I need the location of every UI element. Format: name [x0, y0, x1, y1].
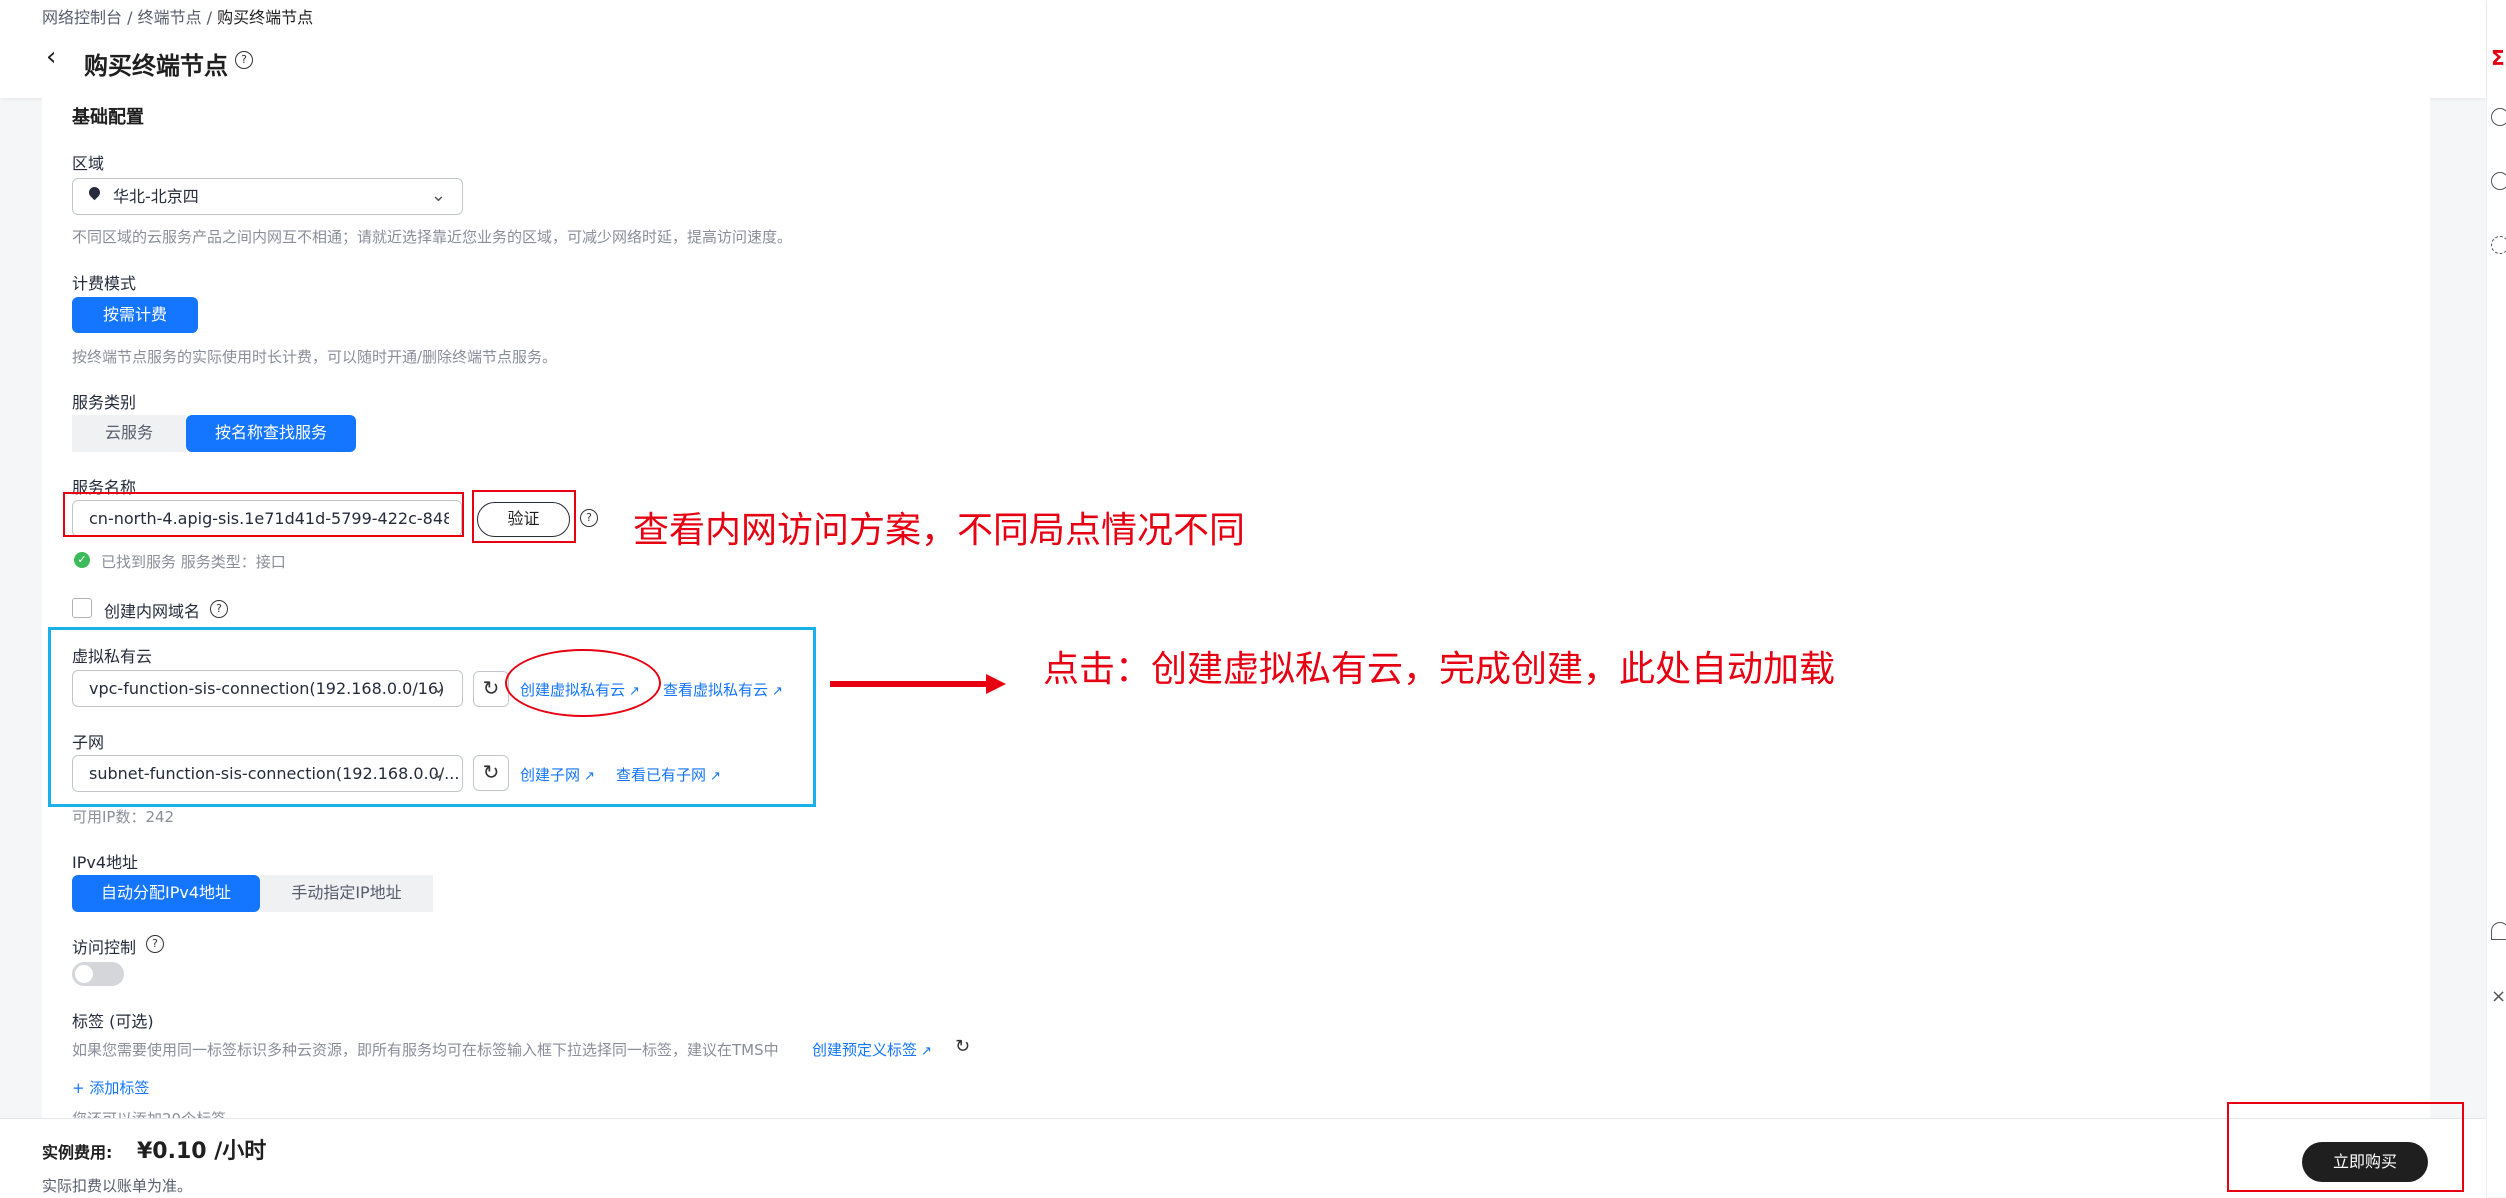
footer-bar [0, 1118, 2486, 1198]
external-link-icon: ↗ [921, 1044, 932, 1059]
billing-hint: 按终端节点服务的实际使用时长计费，可以随时开通/删除终端节点服务。 [72, 348, 558, 366]
toggle-knob [75, 965, 93, 983]
annotation-note-1: 查看内网访问方案，不同局点情况不同 [633, 510, 1246, 551]
create-tag-link-text: 创建预定义标签 [812, 1041, 918, 1059]
breadcrumb-network-console[interactable]: 网络控制台 [42, 8, 122, 27]
close-icon[interactable]: × [2491, 986, 2506, 1007]
form-card [42, 98, 2430, 1118]
tags-hint: 如果您需要使用同一标签标识多种云资源，即所有服务均可在标签输入框下拉选择同一标签… [72, 1041, 779, 1059]
breadcrumb: 网络控制台 / 终端节点 / 购买终端节点 [42, 4, 313, 28]
access-control-help-icon[interactable]: ? [146, 935, 164, 953]
annotation-note-2: 点击：创建虚拟私有云，完成创建，此处自动加载 [1043, 649, 1836, 690]
breadcrumb-current: 购买终端节点 [217, 8, 314, 27]
region-label: 区域 [72, 154, 105, 173]
fee-note: 实际扣费以账单为准。 [42, 1177, 193, 1195]
service-name-help-icon[interactable]: ? [580, 509, 598, 527]
logo-icon: Σ [2491, 46, 2505, 70]
fee-label: 实例费用: [42, 1143, 113, 1162]
ipv4-label: IPv4地址 [72, 853, 139, 872]
tags-remaining-text: 您还可以添加20个标签 [72, 1108, 226, 1118]
annotation-arrow [830, 674, 1006, 694]
private-dns-help-icon[interactable]: ? [210, 600, 228, 618]
private-dns-label: 创建内网域名 [104, 602, 201, 621]
add-tag-link[interactable]: + 添加标签 [72, 1077, 149, 1098]
breadcrumb-separator: / [201, 8, 218, 27]
settings-icon[interactable] [2491, 236, 2506, 254]
access-control-label: 访问控制 [72, 938, 137, 957]
service-type-by-name-tab[interactable]: 按名称查找服务 [186, 415, 356, 452]
service-found-text: 已找到服务 服务类型：接口 [101, 553, 286, 571]
region-select[interactable]: 华北-北京四 ⌄ [72, 178, 463, 215]
fee-value: ¥0.10 /小时 [137, 1139, 267, 1164]
tags-refresh-icon[interactable]: ↻ [955, 1036, 970, 1057]
check-circle-icon: ✓ [74, 552, 90, 568]
annotation-create-vpc-ellipse [505, 649, 661, 717]
right-rail: Σ × [2486, 0, 2506, 1197]
ipv4-auto-tab[interactable]: 自动分配IPv4地址 [72, 875, 260, 912]
page-title: 购买终端节点 [84, 52, 228, 80]
region-hint: 不同区域的云服务产品之间内网互不相通；请就近选择靠近您业务的区域，可减少网络时延… [72, 228, 793, 246]
help-icon[interactable] [2491, 108, 2506, 126]
title-help-icon[interactable]: ? [235, 51, 253, 69]
section-title: 基础配置 [72, 107, 144, 128]
private-dns-checkbox[interactable] [72, 598, 92, 618]
tags-label: 标签 (可选) [72, 1012, 154, 1031]
ipv4-manual-tab[interactable]: 手动指定IP地址 [260, 875, 433, 912]
billing-label: 计费模式 [72, 274, 137, 293]
access-control-toggle[interactable] [72, 962, 124, 986]
service-type-label: 服务类别 [72, 393, 137, 412]
create-predefined-tag-link[interactable]: 创建预定义标签 ↗ [812, 1039, 932, 1060]
service-type-cloud-tab[interactable]: 云服务 [72, 415, 186, 452]
page-header [0, 0, 2486, 98]
breadcrumb-endpoints[interactable]: 终端节点 [138, 8, 202, 27]
smile-icon[interactable] [2491, 172, 2506, 190]
annotation-vpc-box [48, 627, 816, 807]
back-icon[interactable]: ‹ [46, 44, 68, 70]
chevron-down-icon: ⌄ [430, 185, 446, 206]
headset-icon[interactable] [2491, 922, 2506, 940]
breadcrumb-separator: / [122, 8, 138, 27]
annotation-service-name-box [63, 492, 464, 537]
billing-on-demand-button[interactable]: 按需计费 [72, 297, 198, 333]
location-pin-icon [86, 184, 103, 201]
region-value: 华北-北京四 [113, 187, 199, 206]
annotation-verify-box [472, 490, 576, 543]
annotation-buy-box [2227, 1102, 2464, 1192]
available-ip-text: 可用IP数：242 [72, 808, 175, 826]
